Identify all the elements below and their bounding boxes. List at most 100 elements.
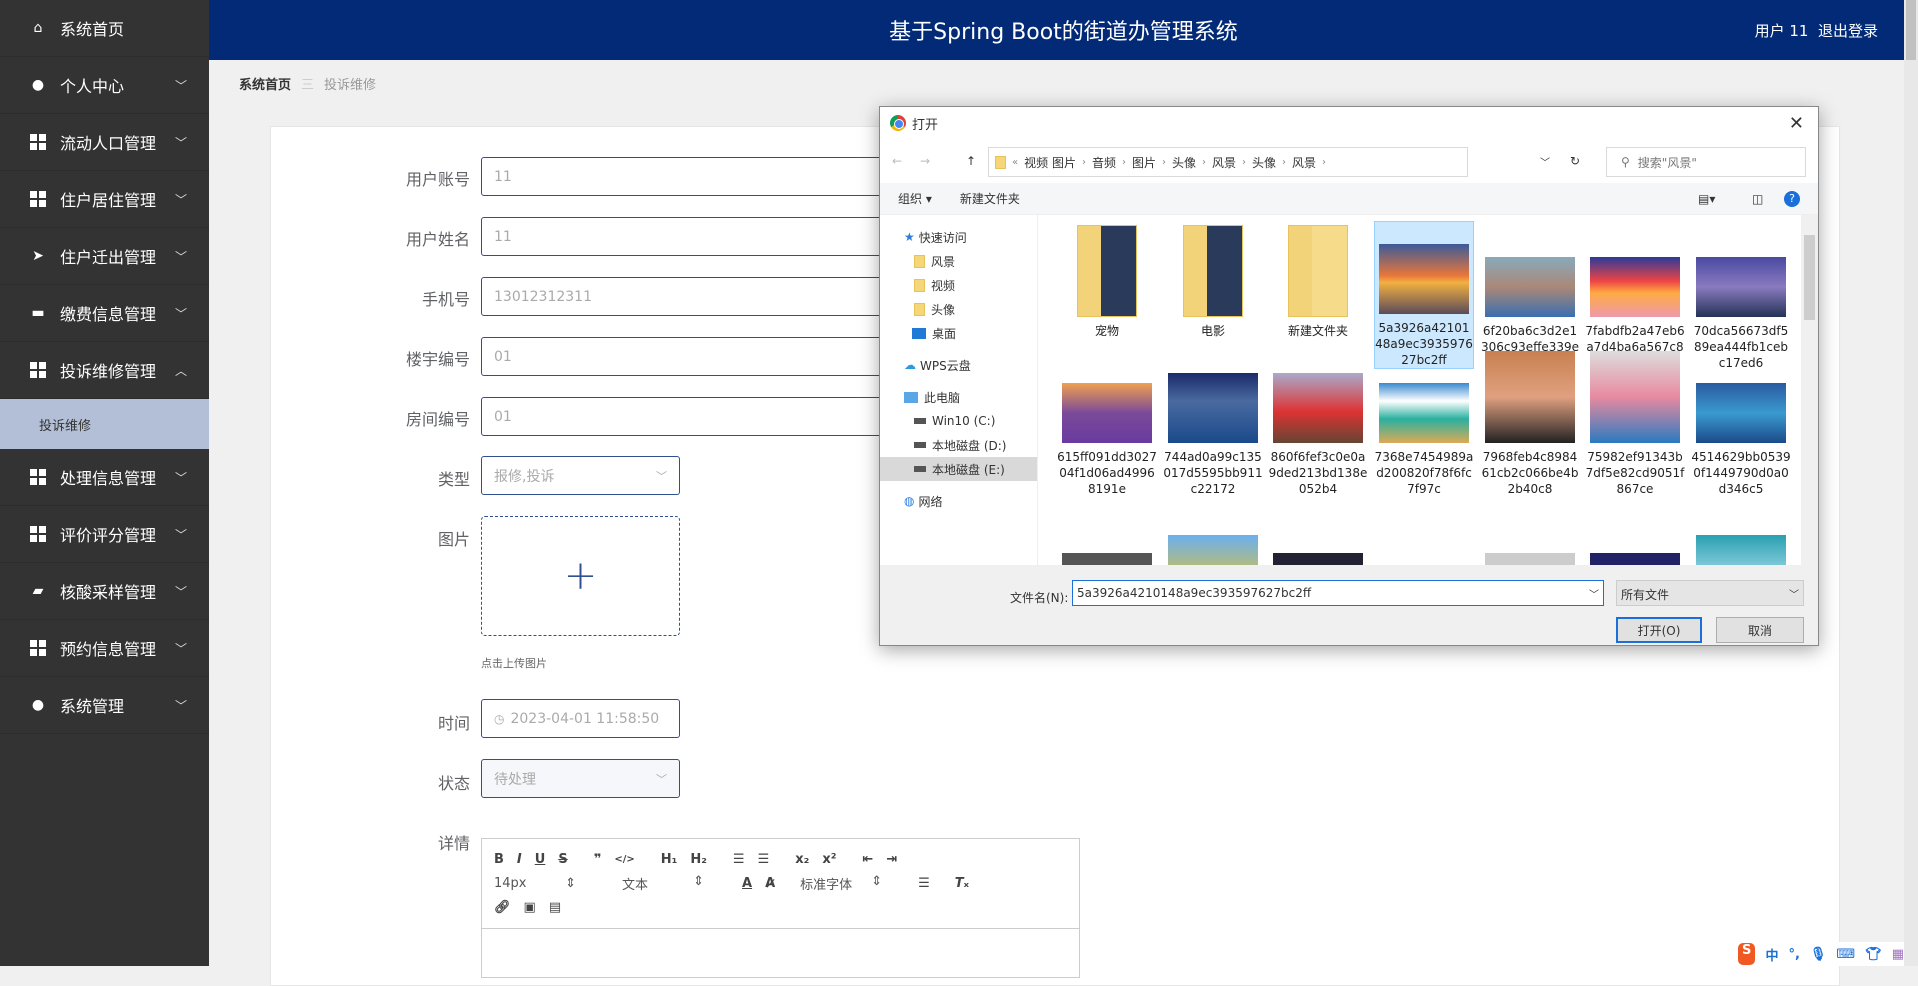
nav-desktop[interactable]: 桌面 <box>880 321 1037 345</box>
code-button[interactable]: </> <box>614 854 634 865</box>
skin-icon[interactable]: 👕︎ <box>1865 947 1882 962</box>
subscript-button[interactable]: x₂ <box>795 852 809 867</box>
background-color-button[interactable]: A̷ <box>765 876 775 891</box>
bullet-list-button[interactable]: ☰ <box>758 852 770 867</box>
image-thumbnail[interactable] <box>1273 553 1363 565</box>
sidebar-item[interactable]: 预约信息管理 ﹀ <box>0 620 209 677</box>
file-item[interactable]: 860f6fef3c0e0a9ded213bd138e052b4 <box>1268 351 1368 497</box>
address-dropdown-icon[interactable]: ﹀ <box>1540 154 1550 169</box>
nav-drive-c[interactable]: Win10 (C:) <box>880 409 1037 433</box>
image-upload[interactable]: + <box>481 516 680 636</box>
nav-drive-e[interactable]: 本地磁盘 (E:) <box>880 457 1037 481</box>
sidebar-subitem-complaint-repair[interactable]: 投诉维修 <box>0 399 209 449</box>
ime-language[interactable]: 中 <box>1765 945 1778 964</box>
nav-quick-video[interactable]: 视频 <box>880 273 1037 297</box>
h2-button[interactable]: H₂ <box>690 852 707 867</box>
cancel-button[interactable]: 取消 <box>1716 617 1804 643</box>
status-select[interactable]: 待处理 ﹀ <box>481 759 680 798</box>
strike-button[interactable]: S <box>558 852 567 867</box>
time-picker[interactable]: ◷ 2023-04-01 11:58:50 <box>481 699 680 738</box>
sidebar-item[interactable]: 流动人口管理 ﹀ <box>0 114 209 171</box>
nav-drive-d[interactable]: 本地磁盘 (D:) <box>880 433 1037 457</box>
forward-icon[interactable]: → <box>920 154 930 168</box>
h1-button[interactable]: H₁ <box>661 852 678 867</box>
file-item[interactable]: 7968feb4c898461cb2c066be4b2b40c8 <box>1480 351 1580 497</box>
sidebar-item[interactable]: ● 个人中心 ﹀ <box>0 57 209 114</box>
file-item[interactable]: 5a3926a4210148a9ec393597627bc2ff <box>1374 221 1474 369</box>
font-size-select[interactable]: 14px ⇕ <box>494 876 589 891</box>
sidebar-item[interactable]: 投诉维修管理 ︿ <box>0 342 209 399</box>
preview-pane-icon[interactable]: ◫ <box>1752 192 1763 206</box>
file-item[interactable]: 70dca56673df589ea444fb1cebc17ed6 <box>1691 225 1791 371</box>
view-icon[interactable]: ▤▾ <box>1698 192 1715 206</box>
apps-icon[interactable]: ▦ <box>1892 947 1904 962</box>
path-segment[interactable]: 图片 <box>1132 154 1156 171</box>
path-segment[interactable]: 风景 <box>1292 154 1316 171</box>
clear-format-button[interactable]: Tₓ <box>955 876 969 891</box>
sidebar-item[interactable]: 评价评分管理 ﹀ <box>0 506 209 563</box>
image-thumbnail[interactable] <box>1168 535 1258 565</box>
nav-quick-avatar[interactable]: 头像 <box>880 297 1037 321</box>
quote-button[interactable]: ❞ <box>594 852 602 867</box>
microphone-icon[interactable]: 🎙︎ <box>1810 947 1827 962</box>
path-segment[interactable]: 风景 <box>1212 154 1236 171</box>
link-icon[interactable]: 🔗︎ <box>494 900 511 915</box>
path-chevron-icon[interactable]: › <box>1322 157 1326 168</box>
logout-link[interactable]: 退出登录 <box>1818 22 1878 40</box>
align-button[interactable]: ☰ <box>918 876 930 891</box>
path-chevron-icon[interactable]: › <box>1122 157 1126 168</box>
sidebar-item[interactable]: 住户居住管理 ﹀ <box>0 171 209 228</box>
sidebar-item[interactable]: ▰ 核酸采样管理 ﹀ <box>0 563 209 620</box>
nav-quick-access[interactable]: ★ 快速访问 <box>880 225 1037 249</box>
file-item[interactable]: 615ff091dd302704f1d06ad49968191e <box>1057 351 1157 497</box>
sidebar-item[interactable]: ▬ 缴费信息管理 ﹀ <box>0 285 209 342</box>
address-bar[interactable]: «视频 图片 › 音频 › 图片 › 头像 › 风景 › 头像 › 风景 › <box>988 147 1468 177</box>
font-color-button[interactable]: A <box>742 876 752 891</box>
refresh-icon[interactable]: ↻ <box>1570 154 1580 168</box>
file-item[interactable]: 744ad0a99c135017d5595bb911c22172 <box>1163 351 1263 497</box>
folder-item[interactable]: 新建文件夹 <box>1268 225 1368 339</box>
help-icon[interactable]: ? <box>1784 190 1800 207</box>
file-item[interactable]: 7fabdfb2a47eb6a7d4ba6a567c82d8fa <box>1585 225 1685 371</box>
organize-button[interactable]: 组织 ▾ <box>898 190 932 207</box>
sidebar-item[interactable]: ⌂ 系统首页 <box>0 0 209 57</box>
up-icon[interactable]: ↑ <box>966 154 976 168</box>
sidebar-item[interactable]: ➤ 住户迁出管理 ﹀ <box>0 228 209 285</box>
file-item[interactable]: 75982ef91343b7df5e82cd9051f867ce <box>1585 351 1685 497</box>
file-list-scrollbar[interactable] <box>1801 215 1818 565</box>
image-thumbnail[interactable] <box>1590 553 1680 565</box>
ime-punctuation[interactable]: °, <box>1788 947 1799 962</box>
ordered-list-button[interactable]: ☰ <box>733 852 745 867</box>
indent-button[interactable]: ⇥ <box>886 852 897 867</box>
filename-input[interactable]: 5a3926a4210148a9ec393597627bc2ff ﹀ <box>1072 580 1604 606</box>
path-chevron-icon[interactable]: › <box>1082 157 1086 168</box>
path-chevron-icon[interactable]: › <box>1242 157 1246 168</box>
outdent-button[interactable]: ⇤ <box>862 852 873 867</box>
image-thumbnail[interactable] <box>1062 553 1152 565</box>
file-item[interactable]: 6f20ba6c3d2e1306c93effe339edd4b6 <box>1480 225 1580 371</box>
open-button[interactable]: 打开(O) <box>1616 617 1702 643</box>
nav-wps-cloud[interactable]: ☁ WPS云盘 <box>880 353 1037 377</box>
image-thumbnail[interactable] <box>1696 535 1786 565</box>
path-chevron-icon[interactable]: › <box>1282 157 1286 168</box>
keyboard-icon[interactable]: ⌨ <box>1836 947 1855 962</box>
folder-item[interactable]: 电影 <box>1163 225 1263 339</box>
nav-quick-scenery[interactable]: 风景 <box>880 249 1037 273</box>
underline-button[interactable]: U <box>535 852 546 867</box>
new-folder-button[interactable]: 新建文件夹 <box>960 190 1020 207</box>
path-segment[interactable]: 音频 <box>1092 154 1116 171</box>
path-segment[interactable]: 视频 图片 <box>1024 154 1076 171</box>
search-input[interactable]: ⚲ 搜索"风景" <box>1606 147 1806 177</box>
type-select[interactable]: 报修,投诉 ﹀ <box>481 456 680 495</box>
file-item[interactable]: 7368e7454989ad200820f78f6fc7f97c <box>1374 351 1474 497</box>
italic-button[interactable]: I <box>517 852 522 867</box>
file-item[interactable]: 4514629bb05390f1449790d0a0d346c5 <box>1691 351 1791 497</box>
filetype-select[interactable]: 所有文件 ﹀ <box>1616 580 1804 606</box>
sidebar-item[interactable]: 处理信息管理 ﹀ <box>0 449 209 506</box>
path-segment[interactable]: 头像 <box>1172 154 1196 171</box>
image-icon[interactable]: ▣ <box>524 900 536 915</box>
path-chevron-icon[interactable]: › <box>1202 157 1206 168</box>
breadcrumb-home[interactable]: 系统首页 <box>239 78 291 93</box>
video-icon[interactable]: ▤ <box>549 900 561 915</box>
block-format-select[interactable]: 文本 ⇕ <box>622 874 717 893</box>
